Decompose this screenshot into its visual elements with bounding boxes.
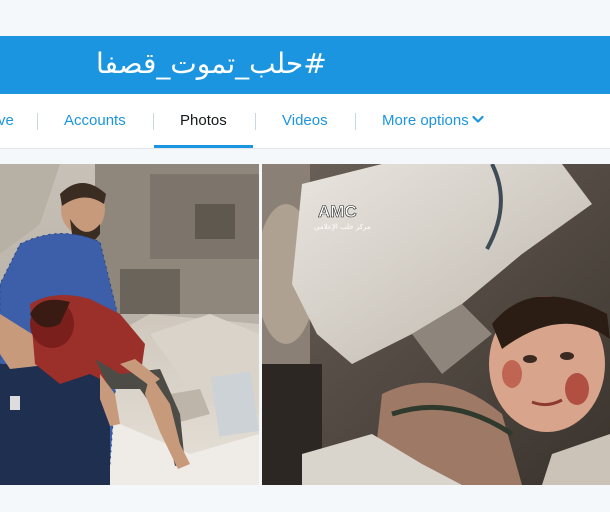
tab-divider	[355, 113, 356, 130]
top-strip	[0, 0, 610, 36]
chevron-down-icon	[472, 115, 484, 123]
tab-divider	[255, 113, 256, 130]
tab-more-options[interactable]: More options	[382, 94, 484, 148]
photo-trapped-child-image: AMC مركز حلب الإعلامي	[262, 164, 610, 485]
more-options-label: More options	[382, 112, 469, 129]
bottom-strip	[0, 485, 610, 512]
photo-rescue-image	[0, 164, 259, 485]
watermark-amc: AMC	[318, 202, 357, 221]
watermark-subtitle: مركز حلب الإعلامي	[314, 223, 371, 231]
tab-photos[interactable]: Photos	[154, 94, 253, 148]
photo-tile-trapped-child[interactable]: AMC مركز حلب الإعلامي	[262, 164, 610, 485]
search-tabs-nav: ve Accounts Photos Videos More options	[0, 94, 610, 149]
tab-videos[interactable]: Videos	[282, 94, 328, 148]
tab-live[interactable]: ve	[0, 94, 14, 148]
photo-grid: AMC مركز حلب الإعلامي	[0, 164, 610, 485]
photo-tile-rescue[interactable]	[0, 164, 259, 485]
tab-accounts[interactable]: Accounts	[64, 94, 126, 148]
hashtag-title: #حلب_تموت_قصفا	[96, 47, 327, 80]
tab-divider	[153, 113, 154, 130]
hashtag-header: #حلب_تموت_قصفا	[0, 36, 610, 94]
tab-divider	[37, 113, 38, 130]
